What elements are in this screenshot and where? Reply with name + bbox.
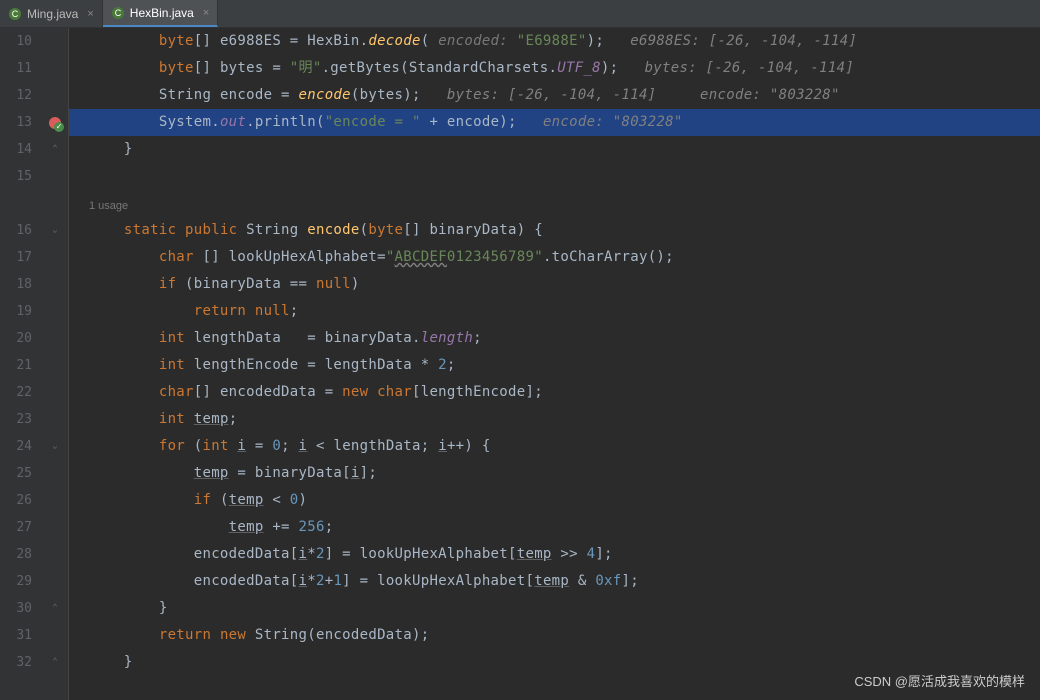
gutter-cell[interactable] xyxy=(42,28,68,55)
line-number xyxy=(0,190,42,217)
gutter-cell[interactable] xyxy=(42,298,68,325)
code-line: } xyxy=(69,595,1040,622)
breakpoint-cell[interactable] xyxy=(42,109,68,136)
line-number: 16 xyxy=(0,217,42,244)
code-line: char[] encodedData = new char[lengthEnco… xyxy=(69,379,1040,406)
line-number: 13 xyxy=(0,109,42,136)
code-line: byte[] bytes = "明".getBytes(StandardChar… xyxy=(69,55,1040,82)
code-line: if (binaryData == null) xyxy=(69,271,1040,298)
code-line: return new String(encodedData); xyxy=(69,622,1040,649)
gutter-cell[interactable] xyxy=(42,568,68,595)
fold-icon[interactable]: ⌄ xyxy=(42,217,68,244)
line-number: 15 xyxy=(0,163,42,190)
code-line: return null; xyxy=(69,298,1040,325)
code-line: byte[] e6988ES = HexBin.decode( encoded:… xyxy=(69,28,1040,55)
line-number: 21 xyxy=(0,352,42,379)
editor-tabs: C Ming.java × C HexBin.java × xyxy=(0,0,1040,28)
code-line: temp = binaryData[i]; xyxy=(69,460,1040,487)
line-number: 26 xyxy=(0,487,42,514)
line-number: 32 xyxy=(0,649,42,676)
gutter-cell[interactable] xyxy=(42,352,68,379)
gutter-cell[interactable] xyxy=(42,487,68,514)
line-number: 27 xyxy=(0,514,42,541)
gutter: 10 11 12 13 14⌃ 15 16⌄ 17 18 19 20 21 22… xyxy=(0,28,69,700)
gutter-cell[interactable] xyxy=(42,541,68,568)
line-number: 11 xyxy=(0,55,42,82)
usage-hint[interactable]: 1 usage xyxy=(69,190,1040,217)
code-line: encodedData[i*2] = lookUpHexAlphabet[tem… xyxy=(69,541,1040,568)
fold-icon[interactable]: ⌄ xyxy=(42,433,68,460)
tab-hexbin[interactable]: C HexBin.java × xyxy=(103,0,218,27)
java-class-icon: C xyxy=(111,6,125,20)
line-number: 28 xyxy=(0,541,42,568)
tab-label: HexBin.java xyxy=(130,6,194,20)
line-number: 24 xyxy=(0,433,42,460)
code-line-current: System.out.println("encode = " + encode)… xyxy=(69,109,1040,136)
gutter-cell[interactable] xyxy=(42,460,68,487)
java-class-icon: C xyxy=(8,7,22,21)
code-editor[interactable]: 10 11 12 13 14⌃ 15 16⌄ 17 18 19 20 21 22… xyxy=(0,28,1040,700)
line-number: 25 xyxy=(0,460,42,487)
watermark: CSDN @愿活成我喜欢的模样 xyxy=(854,671,1025,690)
code-line: String encode = encode(bytes); bytes: [-… xyxy=(69,82,1040,109)
code-content[interactable]: byte[] e6988ES = HexBin.decode( encoded:… xyxy=(69,28,1040,700)
line-number: 12 xyxy=(0,82,42,109)
tab-label: Ming.java xyxy=(27,7,78,21)
code-line: encodedData[i*2+1] = lookUpHexAlphabet[t… xyxy=(69,568,1040,595)
gutter-cell[interactable] xyxy=(42,190,68,217)
line-number: 29 xyxy=(0,568,42,595)
gutter-cell[interactable] xyxy=(42,379,68,406)
line-number: 17 xyxy=(0,244,42,271)
code-line: if (temp < 0) xyxy=(69,487,1040,514)
line-number: 30 xyxy=(0,595,42,622)
close-icon[interactable]: × xyxy=(199,7,213,19)
code-line xyxy=(69,163,1040,190)
code-line: int lengthEncode = lengthData * 2; xyxy=(69,352,1040,379)
gutter-cell[interactable] xyxy=(42,325,68,352)
gutter-cell[interactable] xyxy=(42,271,68,298)
code-line: temp += 256; xyxy=(69,514,1040,541)
gutter-cell[interactable] xyxy=(42,244,68,271)
fold-icon[interactable]: ⌃ xyxy=(42,649,68,676)
line-number: 14 xyxy=(0,136,42,163)
fold-icon[interactable]: ⌃ xyxy=(42,136,68,163)
svg-text:C: C xyxy=(12,9,19,19)
gutter-cell[interactable] xyxy=(42,622,68,649)
line-number: 22 xyxy=(0,379,42,406)
line-number: 23 xyxy=(0,406,42,433)
tab-ming[interactable]: C Ming.java × xyxy=(0,0,103,27)
line-number: 18 xyxy=(0,271,42,298)
line-number: 19 xyxy=(0,298,42,325)
gutter-cell[interactable] xyxy=(42,406,68,433)
line-number: 20 xyxy=(0,325,42,352)
code-line: int temp; xyxy=(69,406,1040,433)
line-number: 31 xyxy=(0,622,42,649)
svg-text:C: C xyxy=(115,8,122,18)
code-line: static public String encode(byte[] binar… xyxy=(69,217,1040,244)
code-line: int lengthData = binaryData.length; xyxy=(69,325,1040,352)
gutter-cell[interactable] xyxy=(42,163,68,190)
gutter-cell[interactable] xyxy=(42,55,68,82)
code-line: } xyxy=(69,136,1040,163)
code-line: char [] lookUpHexAlphabet="ABCDEF0123456… xyxy=(69,244,1040,271)
line-number: 10 xyxy=(0,28,42,55)
gutter-cell[interactable] xyxy=(42,514,68,541)
fold-icon[interactable]: ⌃ xyxy=(42,595,68,622)
breakpoint-icon xyxy=(49,117,61,129)
close-icon[interactable]: × xyxy=(83,8,97,20)
code-line: for (int i = 0; i < lengthData; i++) { xyxy=(69,433,1040,460)
gutter-cell[interactable] xyxy=(42,82,68,109)
